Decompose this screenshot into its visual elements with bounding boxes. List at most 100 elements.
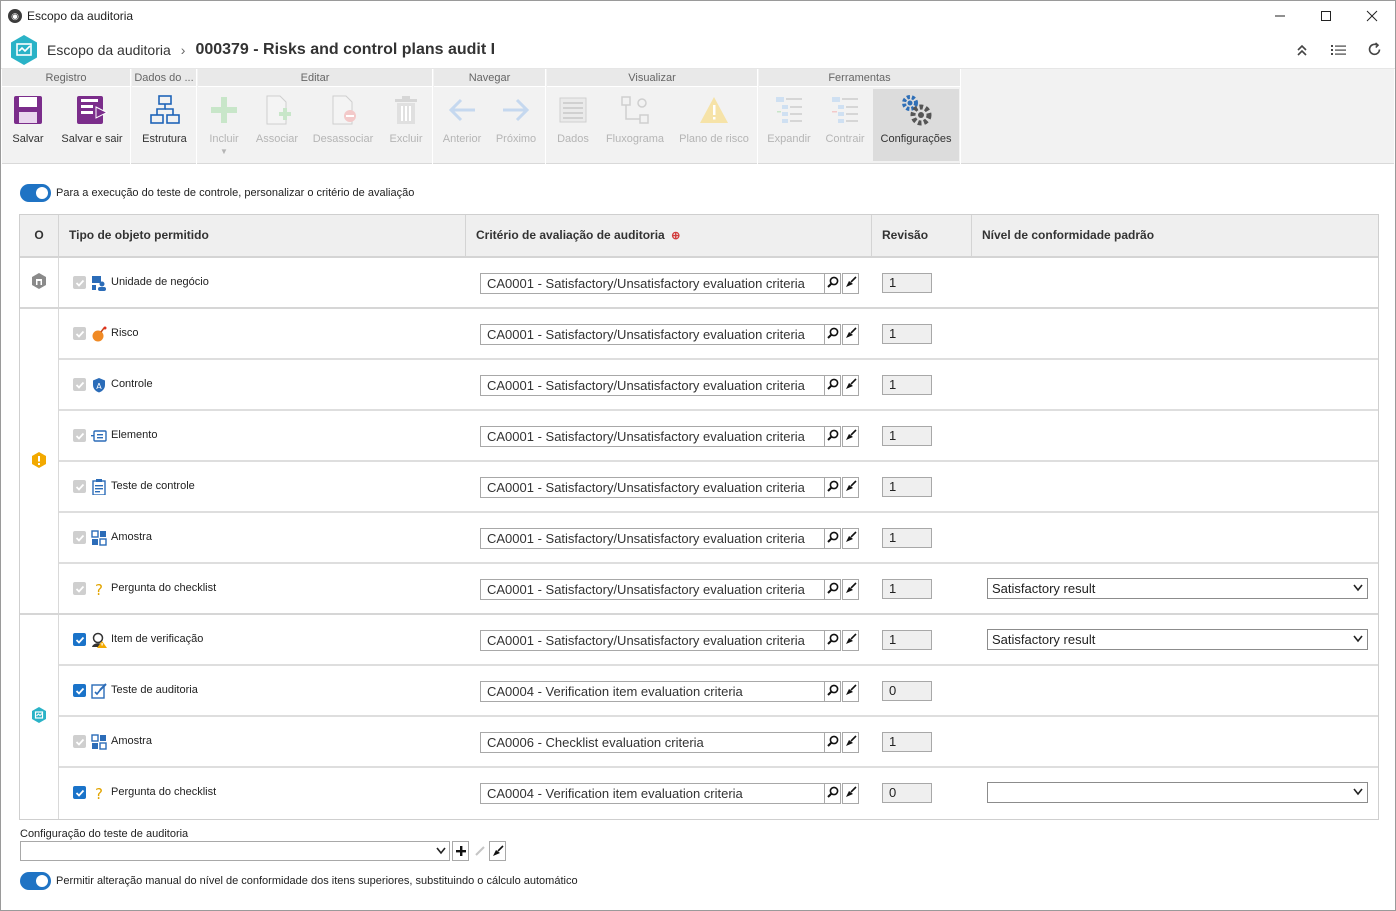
include-button[interactable]: Incluir ▼: [202, 89, 246, 161]
criteria-search-button[interactable]: [824, 477, 841, 498]
criteria-search-button[interactable]: [824, 273, 841, 294]
verification-item-icon: [91, 631, 107, 648]
risk-group-icon: [32, 451, 46, 473]
settings-button[interactable]: Configurações: [873, 89, 959, 161]
criteria-field[interactable]: CA0001 - Satisfactory/Unsatisfactory eva…: [480, 528, 825, 549]
breadcrumb-root[interactable]: Escopo da auditoria: [47, 42, 171, 58]
criteria-clear-button[interactable]: [842, 324, 859, 345]
plus-icon: [455, 846, 466, 856]
criteria-search-button[interactable]: [824, 579, 841, 600]
delete-button[interactable]: Excluir: [384, 89, 428, 161]
criteria-search-button[interactable]: [824, 630, 841, 651]
collapse-up-icon[interactable]: [1293, 41, 1311, 59]
criteria-search-button[interactable]: [824, 324, 841, 345]
criteria-clear-button[interactable]: [842, 273, 859, 294]
criteria-field[interactable]: CA0001 - Satisfactory/Unsatisfactory eva…: [480, 630, 825, 651]
add-config-button[interactable]: [452, 841, 469, 861]
criteria-field[interactable]: CA0004 - Verification item evaluation cr…: [480, 681, 825, 702]
next-button[interactable]: Próximo: [492, 89, 540, 161]
criteria-field[interactable]: CA0001 - Satisfactory/Unsatisfactory eva…: [480, 477, 825, 498]
ribbon-toolbar: Registro Salvar Salvar e sair Dados do .…: [2, 69, 1394, 164]
close-button[interactable]: [1349, 1, 1395, 31]
custom-criteria-toggle[interactable]: [20, 184, 51, 202]
refresh-icon[interactable]: [1365, 41, 1383, 59]
criteria-clear-button[interactable]: [842, 783, 859, 804]
flowchart-icon: [618, 93, 652, 127]
criteria-field[interactable]: CA0001 - Satisfactory/Unsatisfactory eva…: [480, 426, 825, 447]
list-icon[interactable]: [1329, 41, 1347, 59]
broom-icon: [845, 326, 857, 344]
conformity-level-select[interactable]: Satisfactory result: [987, 629, 1368, 650]
criteria-clear-button[interactable]: [842, 528, 859, 549]
ribbon-group-title: Ferramentas: [759, 69, 960, 87]
criteria-field[interactable]: CA0001 - Satisfactory/Unsatisfactory eva…: [480, 375, 825, 396]
criteria-clear-button[interactable]: [842, 477, 859, 498]
criteria-field[interactable]: CA0006 - Checklist evaluation criteria: [480, 732, 825, 753]
row-checkbox[interactable]: [73, 633, 86, 646]
row-checkbox[interactable]: [73, 684, 86, 697]
structure-button[interactable]: Estrutura: [137, 89, 192, 161]
save-icon: [11, 93, 45, 127]
disassociate-label: Desassociar: [312, 133, 374, 145]
data-icon: [556, 93, 590, 127]
risk-plan-button[interactable]: Plano de risco: [675, 89, 753, 161]
column-header-o: O: [20, 215, 59, 256]
app-icon: ◉: [8, 9, 22, 23]
save-button[interactable]: Salvar: [4, 89, 52, 161]
object-type-label: Unidade de negócio: [111, 276, 209, 288]
criteria-search-button[interactable]: [824, 375, 841, 396]
broom-icon: [845, 428, 857, 446]
manual-level-toggle[interactable]: [20, 872, 51, 890]
criteria-field[interactable]: CA0001 - Satisfactory/Unsatisfactory eva…: [480, 324, 825, 345]
clear-config-button[interactable]: [489, 841, 506, 861]
column-header-revisao[interactable]: Revisão: [872, 215, 972, 256]
maximize-button[interactable]: [1303, 1, 1349, 31]
conformity-level-select[interactable]: Satisfactory result: [987, 578, 1368, 599]
save-and-exit-button[interactable]: Salvar e sair: [57, 89, 127, 161]
table-row: Teste de controle CA0001 - Satisfactory/U…: [59, 462, 1378, 513]
disassociate-button[interactable]: Desassociar: [308, 89, 378, 161]
conformity-level-select[interactable]: [987, 782, 1368, 803]
expand-button[interactable]: Expandir: [763, 89, 815, 161]
criteria-search-button[interactable]: [824, 732, 841, 753]
associate-button[interactable]: Associar: [250, 89, 304, 161]
chevron-down-icon: [1353, 584, 1363, 592]
conformity-level-value: Satisfactory result: [992, 632, 1096, 647]
criteria-field[interactable]: CA0001 - Satisfactory/Unsatisfactory eva…: [480, 579, 825, 600]
row-checkbox[interactable]: [73, 786, 86, 799]
audit-test-config-select[interactable]: [20, 841, 450, 861]
broom-icon: [845, 734, 857, 752]
criteria-field[interactable]: CA0004 - Verification item evaluation cr…: [480, 783, 825, 804]
criteria-clear-button[interactable]: [842, 630, 859, 651]
collapse-button[interactable]: Contrair: [821, 89, 869, 161]
column-header-tipo[interactable]: Tipo de objeto permitido: [59, 215, 466, 256]
criteria-clear-button[interactable]: [842, 426, 859, 447]
minimize-button[interactable]: [1257, 1, 1303, 31]
criteria-clear-button[interactable]: [842, 681, 859, 702]
criteria-search-button[interactable]: [824, 783, 841, 804]
criteria-search-button[interactable]: [824, 528, 841, 549]
criteria-search-button[interactable]: [824, 426, 841, 447]
search-icon: [826, 734, 839, 752]
column-header-criterio[interactable]: Critério de avaliação de auditoria ⊕: [466, 215, 872, 256]
page-title: 000379 - Risks and control plans audit I: [195, 40, 496, 58]
audit-logo-icon: [9, 34, 39, 66]
criteria-clear-button[interactable]: [842, 375, 859, 396]
column-header-nivel[interactable]: Nível de conformidade padrão: [972, 215, 1378, 256]
criteria-clear-button[interactable]: [842, 579, 859, 600]
previous-button[interactable]: Anterior: [438, 89, 486, 161]
criteria-field[interactable]: CA0001 - Satisfactory/Unsatisfactory eva…: [480, 273, 825, 294]
ribbon-group-visualizar: Visualizar Dados Fluxograma Plano de ris…: [547, 69, 758, 164]
table-row: Teste de auditoria CA0004 - Verification …: [59, 666, 1378, 717]
audit-test-config-label: Configuração do teste de auditoria: [20, 828, 189, 840]
close-icon: [1366, 10, 1378, 22]
data-button[interactable]: Dados: [551, 89, 595, 161]
criteria-search-button[interactable]: [824, 681, 841, 702]
edit-config-button[interactable]: [471, 841, 488, 861]
trash-icon: [389, 93, 423, 127]
table-row: Elemento CA0001 - Satisfactory/Unsatisfac…: [59, 411, 1378, 462]
broom-icon: [492, 845, 504, 856]
flowchart-button[interactable]: Fluxograma: [603, 89, 667, 161]
revision-field: 1: [882, 477, 932, 497]
criteria-clear-button[interactable]: [842, 732, 859, 753]
